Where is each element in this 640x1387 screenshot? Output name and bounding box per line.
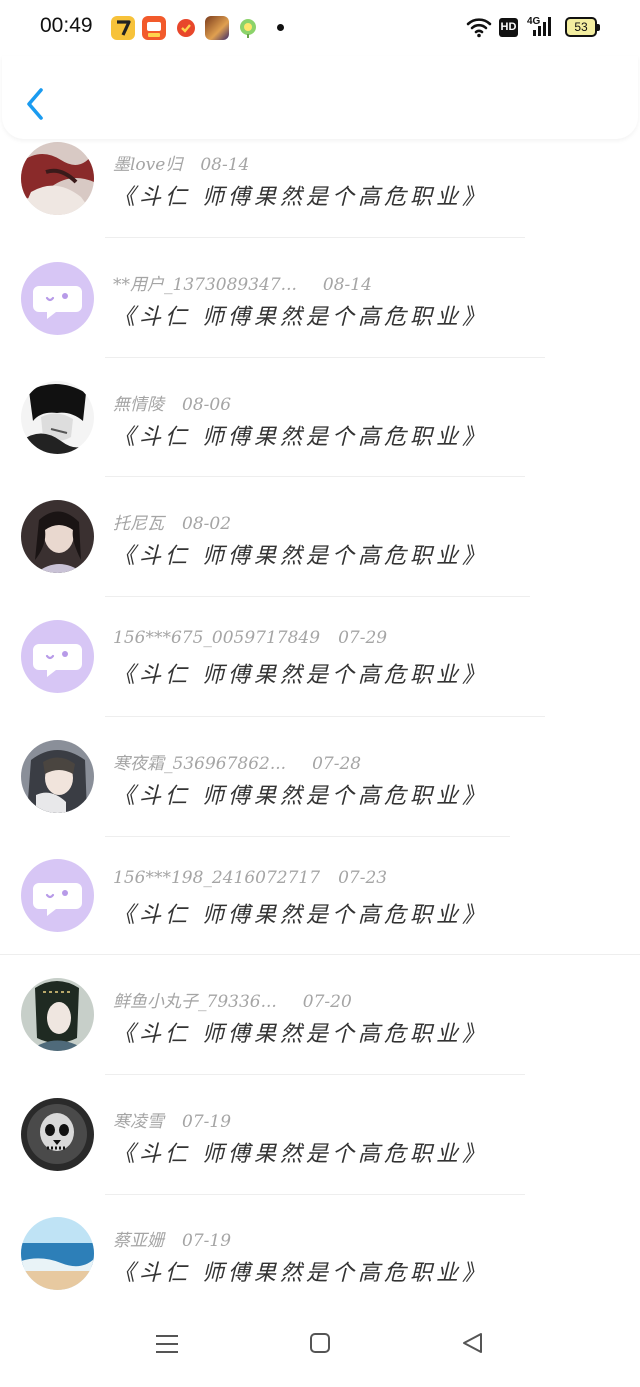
comment-meta: 鲜鱼小丸子_79336... 07-20 [113, 987, 352, 1012]
avatar[interactable] [21, 262, 94, 335]
commenter-name[interactable]: 鲜鱼小丸子_79336... [113, 992, 277, 1012]
comment-text: 《斗仁 师傅果然是个高危职业》 [113, 663, 488, 688]
commenter-name[interactable]: **用户_1373089347... [113, 275, 297, 295]
comment-date: 07-19 [182, 1112, 232, 1132]
app-notification-icon-5 [236, 16, 260, 40]
comment-meta: 蔡亚姗 07-19 [113, 1226, 231, 1251]
home-square-icon[interactable] [309, 1332, 331, 1354]
clock: 00:49 [40, 14, 93, 37]
comment-item[interactable]: 托尼瓦 08-02 《斗仁 师傅果然是个高危职业》 [0, 497, 640, 617]
comment-date: 08-02 [182, 514, 232, 534]
commenter-name[interactable]: 托尼瓦 [113, 514, 164, 534]
comment-meta: 寒夜霜_536967862... 07-28 [113, 749, 361, 774]
menu-icon[interactable] [155, 1332, 179, 1356]
comment-date: 07-23 [338, 868, 388, 888]
avatar[interactable] [21, 859, 94, 932]
divider [0, 954, 640, 955]
comment-list[interactable]: 墨love归 08-14 《斗仁 师傅果然是个高危职业》 **用户_1373089… [0, 139, 640, 1304]
hd-badge: HD [499, 18, 518, 37]
default-chat-icon [33, 644, 82, 677]
more-notifications-dot [277, 24, 284, 31]
comment-text: 《斗仁 师傅果然是个高危职业》 [113, 903, 488, 928]
divider [105, 596, 530, 597]
app-notification-icon-1 [111, 16, 135, 40]
network-type: 4G [527, 16, 541, 27]
comment-date: 07-19 [182, 1231, 232, 1251]
avatar[interactable] [21, 978, 94, 1051]
divider [105, 237, 525, 238]
commenter-name[interactable]: 156***198_2416072717 [113, 868, 320, 888]
comment-item[interactable]: 寒凌雪 07-19 《斗仁 师傅果然是个高危职业》 [0, 1095, 640, 1215]
wifi-icon [466, 18, 492, 38]
commenter-name[interactable]: 156***675_0059717849 [113, 628, 320, 648]
battery-indicator: 53 [565, 17, 600, 37]
comment-text: 《斗仁 师傅果然是个高危职业》 [113, 305, 488, 330]
status-bar: 00:49 HD 4G 53 [0, 0, 640, 56]
divider [105, 1074, 525, 1075]
comment-date: 07-29 [338, 628, 388, 648]
comment-text: 《斗仁 师傅果然是个高危职业》 [113, 784, 488, 809]
comment-date: 08-14 [322, 275, 372, 295]
comment-item[interactable]: 156***675_0059717849 07-29 《斗仁 师傅果然是个高危职业… [0, 617, 640, 737]
divider [105, 357, 545, 358]
commenter-name[interactable]: 寒夜霜_536967862... [113, 754, 286, 774]
comment-item[interactable]: 墨love归 08-14 《斗仁 师傅果然是个高危职业》 [0, 139, 640, 259]
comment-meta: 156***675_0059717849 07-29 [113, 628, 387, 648]
comment-item[interactable]: 無情陵 08-06 《斗仁 师傅果然是个高危职业》 [0, 378, 640, 498]
comment-text: 《斗仁 师傅果然是个高危职业》 [113, 544, 488, 569]
comment-item[interactable]: 鲜鱼小丸子_79336... 07-20 《斗仁 师傅果然是个高危职业》 [0, 975, 640, 1095]
comment-item[interactable]: 寒夜霜_536967862... 07-28 《斗仁 师傅果然是个高危职业》 [0, 737, 640, 857]
comment-date: 07-20 [302, 992, 352, 1012]
system-navigation-bar [0, 1304, 640, 1387]
comment-item[interactable]: 蔡亚姗 07-19 《斗仁 师傅果然是个高危职业》 [0, 1214, 640, 1304]
comment-text: 《斗仁 师傅果然是个高危职业》 [113, 425, 488, 450]
comment-item[interactable]: **用户_1373089347... 08-14 《斗仁 师傅果然是个高危职业》 [0, 258, 640, 378]
comment-meta: 寒凌雪 07-19 [113, 1107, 231, 1132]
divider [105, 716, 545, 717]
avatar[interactable] [21, 500, 94, 573]
comment-meta: 托尼瓦 08-02 [113, 509, 231, 534]
default-chat-icon [33, 883, 82, 916]
comment-meta: 無情陵 08-06 [113, 390, 231, 415]
comment-date: 07-28 [312, 754, 362, 774]
divider [105, 836, 510, 837]
comment-date: 08-06 [182, 395, 232, 415]
avatar[interactable] [21, 1217, 94, 1290]
app-notification-icon-4 [205, 16, 229, 40]
comment-text: 《斗仁 师傅果然是个高危职业》 [113, 185, 488, 210]
back-button[interactable] [22, 86, 48, 122]
avatar[interactable] [21, 740, 94, 813]
comment-date: 08-14 [200, 155, 250, 175]
divider [105, 1194, 525, 1195]
comment-meta: 墨love归 08-14 [113, 150, 249, 175]
avatar[interactable] [21, 1098, 94, 1171]
app-notification-icon-3 [174, 16, 198, 40]
avatar[interactable] [21, 381, 94, 454]
comment-meta: **用户_1373089347... 08-14 [113, 270, 372, 295]
app-notification-icon-2 [142, 16, 166, 40]
comment-meta: 156***198_2416072717 07-23 [113, 868, 387, 888]
avatar[interactable] [21, 620, 94, 693]
comment-text: 《斗仁 师傅果然是个高危职业》 [113, 1142, 488, 1167]
commenter-name[interactable]: 寒凌雪 [113, 1112, 164, 1132]
chevron-left-icon [27, 88, 43, 120]
commenter-name[interactable]: 蔡亚姗 [113, 1231, 164, 1251]
comment-text: 《斗仁 师傅果然是个高危职业》 [113, 1022, 488, 1047]
back-triangle-icon[interactable] [461, 1332, 483, 1354]
signal-icon: 4G [527, 16, 551, 36]
avatar[interactable] [21, 142, 94, 215]
comment-item[interactable]: 156***198_2416072717 07-23 《斗仁 师傅果然是个高危职业… [0, 856, 640, 976]
comment-text: 《斗仁 师傅果然是个高危职业》 [113, 1261, 488, 1286]
top-app-bar [2, 56, 638, 139]
commenter-name[interactable]: 無情陵 [113, 395, 164, 415]
commenter-name[interactable]: 墨love归 [113, 155, 182, 175]
default-chat-icon [33, 286, 82, 319]
divider [105, 476, 525, 477]
